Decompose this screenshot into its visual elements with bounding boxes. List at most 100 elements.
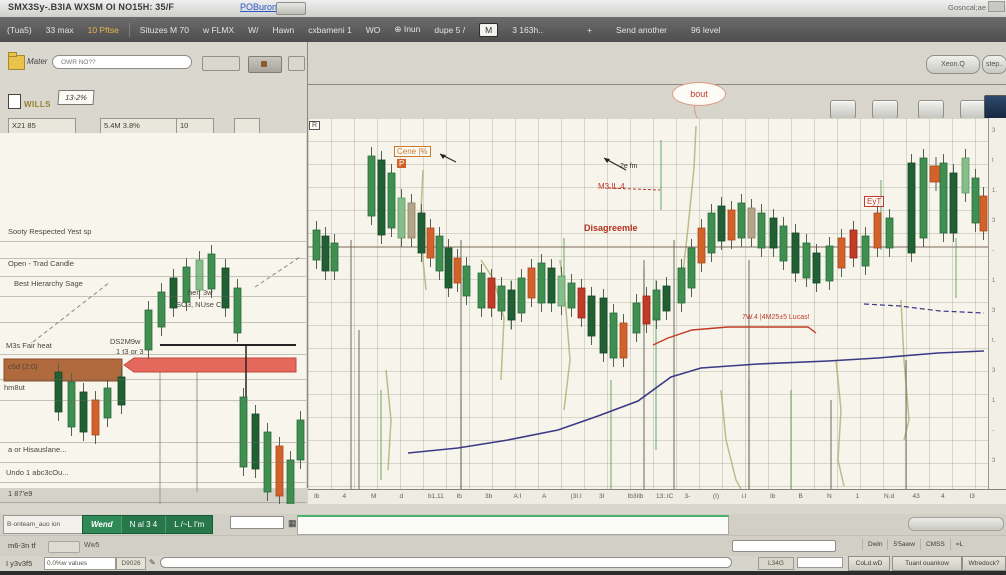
candle <box>609 312 618 359</box>
sidebar-column-3[interactable] <box>234 118 260 134</box>
chart-mini-button-2[interactable] <box>918 100 944 119</box>
toolbar-right-item-0[interactable]: + <box>587 25 592 35</box>
candle <box>825 245 834 282</box>
bottom-row-command: I y3v3f5 0.0%w values D9026 ✎ L34G CoLd.… <box>0 556 1006 571</box>
chart-label-4: Disagreemle <box>584 223 638 233</box>
command-input[interactable] <box>160 557 732 568</box>
sidebar-tab[interactable]: 13-2% <box>57 90 95 105</box>
candle <box>321 235 330 272</box>
candle <box>537 262 546 304</box>
bottom-row-trade: B-onteam_auo ion Wend N al 3 4L /~L I'm ▦ <box>0 514 1006 535</box>
status-button-2[interactable]: CMSS <box>919 539 950 550</box>
toolbar-item-4[interactable]: w FLMX <box>203 25 234 35</box>
mini-candle <box>103 387 112 419</box>
progress-strip <box>297 515 729 535</box>
mini-candle <box>275 445 284 497</box>
sidebar-search-input[interactable] <box>52 55 192 69</box>
corner-button-0[interactable]: Xeon.Q <box>926 55 980 74</box>
y-axis-label: - <box>992 428 994 434</box>
toolbar-item-0[interactable]: (Tua5) <box>7 25 32 35</box>
time-axis[interactable]: Ib 4 Md b1,11 Ib 3b A:I A (3I.I 3I Ib3Ilb 13:.IC 3- (… <box>308 490 1006 504</box>
chart-label-5: EyT <box>864 196 885 207</box>
status-input[interactable] <box>732 540 836 552</box>
toolbar-right-item-2[interactable]: 96 level <box>691 25 720 35</box>
candle <box>387 172 396 229</box>
mini-candle <box>157 291 166 328</box>
callout-bubble[interactable]: bout <box>672 82 726 106</box>
candle <box>837 237 846 269</box>
title-link[interactable]: POBuron <box>240 2 277 12</box>
chart-mini-button-3[interactable] <box>960 100 986 119</box>
status-button-0[interactable]: Dwln <box>862 539 887 550</box>
wisp-line <box>835 359 845 487</box>
status-buttons: Dwln 5'5aww CMSS =L <box>862 539 968 550</box>
main-chart[interactable] <box>308 118 988 490</box>
trade-button-2[interactable]: L /~L I'm <box>165 516 212 533</box>
sidebar-button-1[interactable] <box>202 56 240 71</box>
corner-button-1[interactable]: step.. <box>982 55 1006 74</box>
y-axis-label: 3 <box>992 218 996 224</box>
sidebar-column-2[interactable]: 10 <box>176 118 214 134</box>
status-button-3[interactable]: =L <box>949 539 968 550</box>
toolbar-item-1[interactable]: 33 max <box>46 25 74 35</box>
mini-candle <box>251 413 260 470</box>
toolbar-item-9[interactable]: ⊕ Inun <box>394 24 420 35</box>
chart-mini-button-1[interactable] <box>872 100 898 119</box>
y-axis-label: 3 <box>992 458 996 464</box>
toolbar-item-6[interactable]: Hawn <box>273 25 295 35</box>
toolbar-item-5[interactable]: W/ <box>248 25 258 35</box>
chart-mini-button-0[interactable] <box>830 100 856 119</box>
mini-dashed-line <box>32 281 111 343</box>
candle <box>462 265 471 297</box>
command-input-2[interactable] <box>797 557 843 568</box>
status-label: m6-3n tf <box>8 541 36 550</box>
status-widget[interactable] <box>48 541 80 553</box>
sidebar-button-3[interactable] <box>288 56 305 71</box>
wisp-line <box>720 389 742 490</box>
title-button[interactable] <box>276 2 306 15</box>
grid-icon: ▦ <box>288 518 297 528</box>
candle <box>727 209 736 241</box>
candle <box>497 285 506 312</box>
sidebar-button-2[interactable] <box>248 56 282 73</box>
command-button-0[interactable]: CoLd.wD <box>848 556 890 571</box>
toolbar-item-11[interactable]: M <box>479 22 499 37</box>
status-button-1[interactable]: 5'5aww <box>887 539 919 550</box>
chart-label-1: P <box>397 159 407 168</box>
trade-button-0[interactable]: Wend <box>83 516 121 533</box>
candle <box>619 322 628 359</box>
command-button-2[interactable]: Wtredock? <box>962 556 1006 571</box>
candle <box>747 207 756 239</box>
command-tag: L34G <box>758 557 794 570</box>
toolbar-item-8[interactable]: WO <box>366 25 381 35</box>
sidebar-column-0[interactable]: X21 85 <box>8 118 76 134</box>
command-button-1[interactable]: Tuanl ouankow <box>892 556 962 571</box>
candle <box>971 177 980 224</box>
toolbar-item-7[interactable]: cxbameni 1 <box>308 25 351 35</box>
price-axis[interactable]: 3 t 1. 3 - 1 3 t. 3 1 - 3 <box>988 118 1006 490</box>
y-axis-label: 3 <box>992 128 996 134</box>
chart-band-divider <box>308 84 1006 85</box>
toolbar-item-2[interactable]: 10 Pftse <box>88 25 119 35</box>
candle <box>961 157 970 194</box>
toolbar-item-3[interactable]: Situzes M 70 <box>140 25 189 35</box>
chart-label-3: M3.IL.4 <box>598 182 625 191</box>
command-value: 0.0%w values <box>44 557 116 570</box>
candle <box>397 197 406 239</box>
y-axis-label: t <box>992 158 994 164</box>
trade-input[interactable] <box>230 516 284 529</box>
sidebar-list-label: WILLS <box>24 100 51 109</box>
toolbar-separator <box>128 22 130 37</box>
mini-candle <box>221 267 230 309</box>
chart-top-band <box>308 42 1006 118</box>
x-axis-label: 43 <box>912 493 920 500</box>
trade-button-1[interactable]: N al 3 4 <box>120 516 166 533</box>
candle <box>577 287 586 319</box>
toolbar-item-10[interactable]: dupe 5 / <box>434 25 465 35</box>
status-pill-button[interactable] <box>908 517 1004 531</box>
x-axis-label: 13:.IC <box>656 493 674 500</box>
toolbar-item-12[interactable]: 3 163h.. <box>512 25 543 35</box>
toolbar-right-item-1[interactable]: Send another <box>616 25 667 35</box>
scrollbar-corner[interactable] <box>988 1 1005 12</box>
status-small-label: Ww5 <box>84 542 100 549</box>
